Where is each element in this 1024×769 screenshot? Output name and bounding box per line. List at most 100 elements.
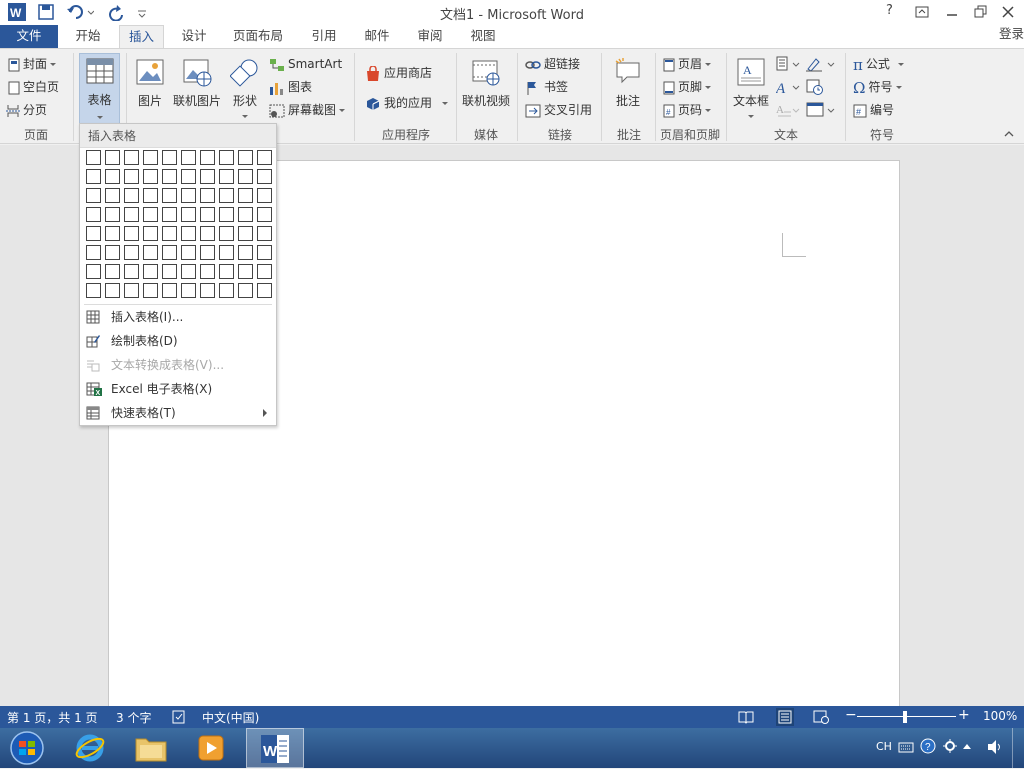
media-player-icon[interactable] [196,733,226,763]
table-grid-cell[interactable] [105,283,120,298]
table-grid-cell[interactable] [143,188,158,203]
table-grid-cell[interactable] [219,226,234,241]
table-grid-cell[interactable] [200,207,215,222]
table-grid-cell[interactable] [86,207,101,222]
table-grid-cell[interactable] [105,245,120,260]
date-time-icon[interactable] [806,79,824,95]
table-grid-cell[interactable] [219,188,234,203]
equation-button[interactable]: π 公式 [853,54,904,74]
table-grid-cell[interactable] [105,188,120,203]
symbol-button[interactable]: Ω 符号 [853,77,903,97]
table-grid-cell[interactable] [162,207,177,222]
table-grid-cell[interactable] [86,169,101,184]
show-desktop-button[interactable] [1012,728,1024,768]
table-grid-cell[interactable] [162,150,177,165]
table-grid-cell[interactable] [105,264,120,279]
table-grid-cell[interactable] [124,226,139,241]
cross-reference-button[interactable]: 交叉引用 [525,100,592,120]
table-grid-cell[interactable] [124,150,139,165]
table-grid-cell[interactable] [143,283,158,298]
hyperlink-button[interactable]: 超链接 [525,54,580,74]
table-grid-cell[interactable] [162,188,177,203]
number-button[interactable]: # 编号 [853,100,894,120]
table-grid-cell[interactable] [238,226,253,241]
table-grid-cell[interactable] [219,150,234,165]
online-picture-button[interactable]: 联机图片 [172,57,222,109]
object-icon[interactable] [806,102,836,118]
tab-file[interactable]: 文件 [0,25,58,49]
tab-mailings[interactable]: 邮件 [359,25,395,49]
table-grid-cell[interactable] [200,245,215,260]
table-grid-cell[interactable] [124,169,139,184]
menu-item-quick-tables[interactable]: 快速表格(T) [80,402,276,424]
drop-cap-icon[interactable]: A [776,102,800,118]
tab-insert[interactable]: 插入 [119,25,164,50]
tab-references[interactable]: 引用 [306,25,342,49]
table-grid-cell[interactable] [238,264,253,279]
table-grid-cell[interactable] [200,283,215,298]
textbox-button[interactable]: A 文本框 [731,57,771,123]
table-grid-cell[interactable] [238,188,253,203]
table-grid-cell[interactable] [105,150,120,165]
tab-home[interactable]: 开始 [70,25,106,49]
language-indicator[interactable]: 中文(中国) [202,709,259,726]
table-grid-cell[interactable] [162,245,177,260]
footer-button[interactable]: 页脚 [663,77,712,97]
table-grid-cell[interactable] [124,188,139,203]
table-grid-cell[interactable] [162,169,177,184]
table-grid-cell[interactable] [86,264,101,279]
word-taskbar-button[interactable]: W [246,728,304,768]
menu-item-draw-table[interactable]: 绘制表格(D) [80,330,276,352]
table-grid-cell[interactable] [257,226,272,241]
table-grid-cell[interactable] [162,283,177,298]
table-grid-cell[interactable] [219,245,234,260]
table-grid-cell[interactable] [238,169,253,184]
table-grid-cell[interactable] [200,226,215,241]
header-button[interactable]: 页眉 [663,54,712,74]
table-grid-cell[interactable] [86,188,101,203]
table-grid-cell[interactable] [238,207,253,222]
table-grid-cell[interactable] [105,207,120,222]
table-grid-cell[interactable] [105,169,120,184]
zoom-level[interactable]: 100% [983,709,1017,723]
menu-item-insert-table[interactable]: 插入表格(I)... [80,306,276,328]
table-grid-cell[interactable] [219,264,234,279]
tab-view[interactable]: 视图 [465,25,501,49]
table-grid-cell[interactable] [124,283,139,298]
tab-layout[interactable]: 页面布局 [228,25,288,49]
table-grid-cell[interactable] [181,245,196,260]
table-grid-cell[interactable] [219,207,234,222]
office-store-button[interactable]: 应用商店 [365,63,432,83]
tab-review[interactable]: 审阅 [412,25,448,49]
cover-page-button[interactable]: 封面 [8,54,57,74]
ime-indicator[interactable]: CH [876,740,892,753]
close-icon[interactable] [1000,3,1016,21]
table-grid-cell[interactable] [105,226,120,241]
table-grid-cell[interactable] [162,264,177,279]
table-grid-cell[interactable] [238,150,253,165]
table-grid-cell[interactable] [124,207,139,222]
collapse-ribbon-icon[interactable] [1003,129,1015,139]
table-grid-cell[interactable] [86,226,101,241]
table-grid-cell[interactable] [86,245,101,260]
table-grid-cell[interactable] [238,245,253,260]
table-grid-cell[interactable] [86,150,101,165]
table-grid-cell[interactable] [257,188,272,203]
table-grid-cell[interactable] [257,283,272,298]
word-count[interactable]: 3 个字 [116,709,151,726]
page-count[interactable]: 第 1 页，共 1 页 [7,709,98,726]
table-grid-cell[interactable] [200,150,215,165]
table-grid-cell[interactable] [257,150,272,165]
zoom-in-icon[interactable]: + [958,707,970,723]
wordart-icon[interactable]: A [776,79,800,95]
bookmark-button[interactable]: 书签 [525,77,568,97]
table-grid-cell[interactable] [181,283,196,298]
signature-line-icon[interactable] [806,56,836,72]
table-grid-cell[interactable] [238,283,253,298]
table-grid-cell[interactable] [143,169,158,184]
table-grid-cell[interactable] [257,264,272,279]
table-grid-cell[interactable] [257,169,272,184]
table-grid-cell[interactable] [257,245,272,260]
picture-button[interactable]: 图片 [133,57,167,109]
comment-button[interactable]: 批注 [609,57,647,109]
